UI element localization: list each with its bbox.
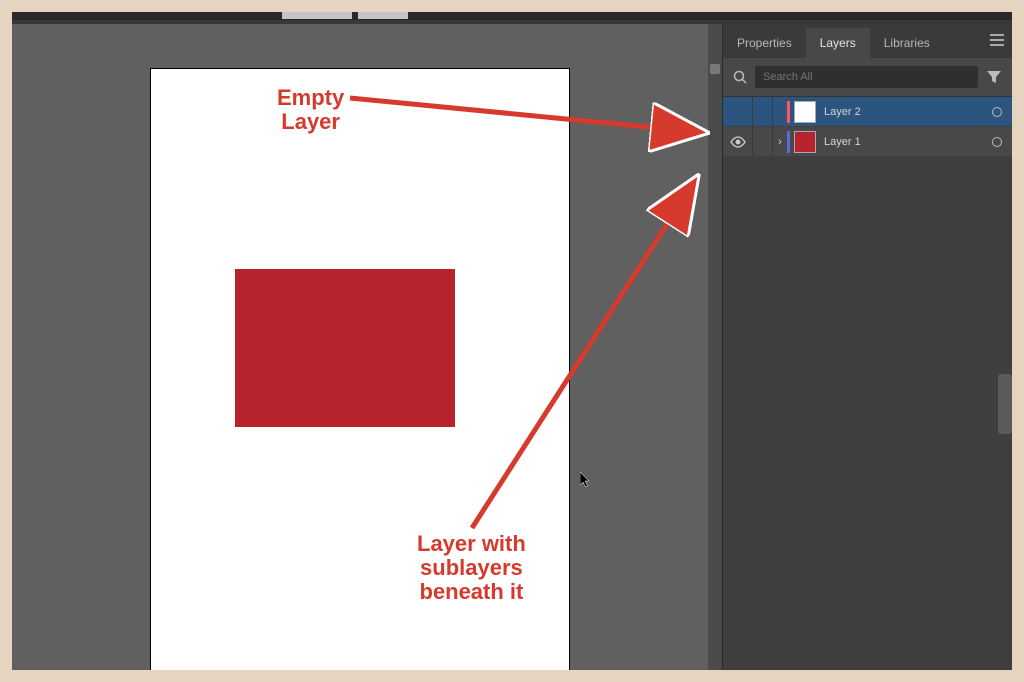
layer-search-row	[723, 58, 1012, 97]
layer-row-layer2[interactable]: Layer 2	[723, 97, 1012, 127]
lock-toggle[interactable]	[753, 97, 773, 126]
target-icon[interactable]	[992, 107, 1002, 117]
search-input[interactable]	[755, 66, 978, 88]
lock-toggle[interactable]	[753, 127, 773, 156]
red-rectangle-shape[interactable]	[235, 269, 455, 427]
workspace: Empty Layer Layer with sublayers beneath…	[12, 24, 1012, 670]
top-control-stubs	[282, 12, 408, 19]
canvas-area: Empty Layer Layer with sublayers beneath…	[12, 24, 708, 670]
layer-color-bar	[787, 101, 790, 123]
canvas-scrollbar[interactable]	[708, 24, 722, 670]
scrollbar-thumb[interactable]	[710, 64, 720, 74]
layer-color-bar	[787, 131, 790, 153]
layer-thumbnail[interactable]	[794, 131, 816, 153]
tab-layers[interactable]: Layers	[806, 28, 870, 58]
annotation-sublayers: Layer with sublayers beneath it	[417, 532, 526, 605]
annotation-empty-layer: Empty Layer	[277, 86, 344, 134]
chevron-right-icon: ›	[778, 136, 782, 148]
layer-list: Layer 2 › Layer	[723, 97, 1012, 157]
layer-row-layer1[interactable]: › Layer 1	[723, 127, 1012, 157]
visibility-toggle[interactable]	[723, 127, 753, 156]
target-icon[interactable]	[992, 137, 1002, 147]
layer-thumbnail[interactable]	[794, 101, 816, 123]
layer-name[interactable]: Layer 2	[824, 106, 992, 118]
panel-scrollbar-thumb[interactable]	[998, 374, 1012, 434]
tab-libraries[interactable]: Libraries	[870, 28, 944, 58]
panel-menu-icon[interactable]	[990, 34, 1004, 46]
tab-properties[interactable]: Properties	[723, 28, 806, 58]
layers-panel: ▸▸ Properties Layers Libraries	[722, 24, 1012, 670]
top-bar-stub	[12, 12, 1012, 20]
visibility-toggle[interactable]	[723, 97, 753, 126]
app-frame: Empty Layer Layer with sublayers beneath…	[12, 12, 1012, 670]
expand-toggle[interactable]: ›	[773, 136, 787, 148]
layer-name[interactable]: Layer 1	[824, 136, 992, 148]
search-icon[interactable]	[733, 70, 747, 84]
panel-tabs: Properties Layers Libraries	[723, 24, 1012, 58]
filter-icon[interactable]	[986, 70, 1002, 84]
eye-icon	[730, 136, 746, 148]
